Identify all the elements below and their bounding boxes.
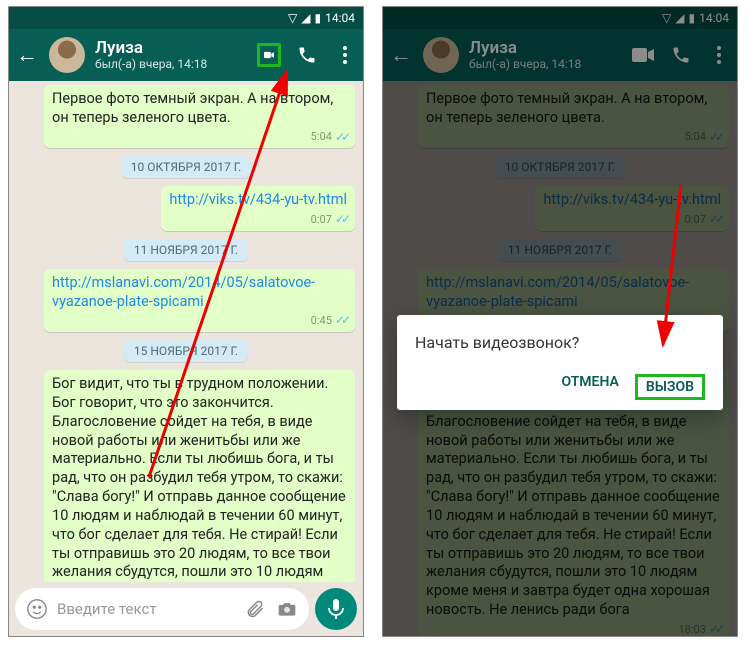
call-button[interactable]: ВЫЗОВ [635,374,705,400]
clock: 14:04 [325,11,355,25]
cancel-button[interactable]: ОТМЕНА [561,374,618,400]
chat-area[interactable]: Первое фото темный экран. А на втором, о… [9,81,363,582]
emoji-icon[interactable] [25,597,49,621]
read-ticks-icon: ✓✓ [335,130,347,146]
date-badge: 10 ОКТЯБРЯ 2017 Г. [121,156,252,178]
date-badge: 11 НОЯБРЯ 2017 Г. [124,239,248,261]
input-bar: Введите текст [9,582,363,636]
message-bubble[interactable]: http://mslanavi.com/2014/05/salatovoe-vy… [44,269,355,332]
statusbar: ▽ ◢ ▮ 14:04 [9,7,363,29]
contact-status: был(-а) вчера, 14:18 [95,58,247,71]
read-ticks-icon: ✓✓ [335,212,347,228]
video-call-icon[interactable] [257,43,281,67]
message-bubble[interactable]: Первое фото темный экран. А на втором, о… [44,85,355,148]
wifi-icon: ▽ [288,11,297,25]
camera-icon[interactable] [275,597,299,621]
date-badge: 15 НОЯБРЯ 2017 Г. [124,340,248,362]
attach-icon[interactable] [243,597,267,621]
message-time: 0:07 [311,213,332,227]
input-placeholder: Введите текст [57,600,235,618]
contact-name: Луиза [95,39,247,58]
read-ticks-icon: ✓✓ [335,313,347,329]
menu-icon[interactable] [333,43,357,67]
avatar[interactable] [49,37,85,73]
message-link[interactable]: http://mslanavi.com/2014/05/salatovoe-vy… [52,274,315,310]
back-icon[interactable]: ← [15,43,39,67]
message-text: Бог видит, что ты в трудном положении. Б… [52,375,346,582]
message-input[interactable]: Введите текст [15,588,309,630]
video-call-dialog: Начать видеозвонок? ОТМЕНА ВЫЗОВ [397,315,723,410]
appbar: ← Луиза был(-а) вчера, 14:18 [9,29,363,81]
message-time: 0:45 [311,314,332,328]
battery-icon: ▮ [315,11,322,25]
message-bubble[interactable]: http://viks.tv/434-yu-tv.html 0:07✓✓ [161,186,355,230]
contact-info[interactable]: Луиза был(-а) вчера, 14:18 [95,39,247,71]
signal-icon: ◢ [301,11,310,25]
message-bubble[interactable]: Бог видит, что ты в трудном положении. Б… [44,370,355,582]
mic-button[interactable] [315,588,357,630]
dialog-title: Начать видеозвонок? [415,333,705,352]
phone-right: ▽ ◢ ▮ 14:04 ← Луиза был(-а) вчера, 14:18 [382,6,738,637]
voice-call-icon[interactable] [295,43,319,67]
message-link[interactable]: http://viks.tv/434-yu-tv.html [169,191,347,208]
message-text: Первое фото темный экран. А на втором, о… [52,90,333,126]
message-time: 5:04 [311,130,332,144]
phone-left: ▽ ◢ ▮ 14:04 ← Луиза был(-а) вчера, 14:18 [8,6,364,637]
